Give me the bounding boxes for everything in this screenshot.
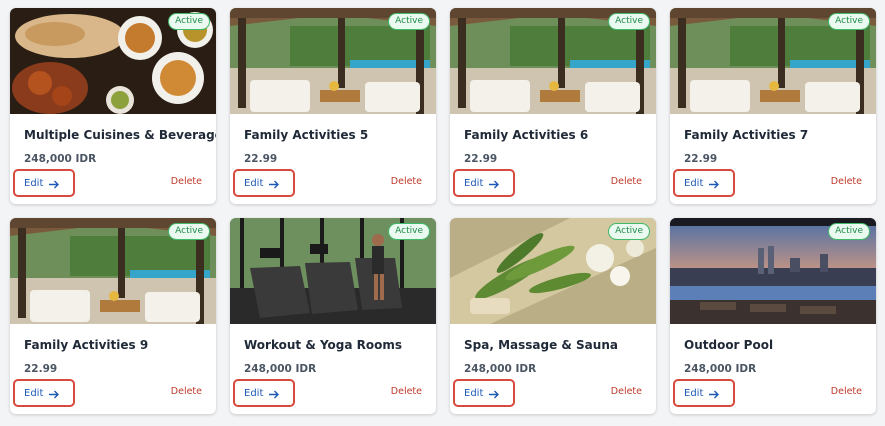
edit-button[interactable]: Edit — [453, 379, 515, 407]
delete-button[interactable]: Delete — [611, 176, 642, 187]
card-price: 248,000 IDR — [684, 363, 757, 375]
arrow-right-icon — [709, 174, 720, 193]
card-price: 22.99 — [464, 153, 498, 165]
delete-button[interactable]: Delete — [611, 386, 642, 397]
delete-button[interactable]: Delete — [391, 386, 422, 397]
card: Active Family Activities 9 22.99 Edit De… — [10, 218, 216, 414]
card-price: 22.99 — [24, 363, 58, 375]
card: Active Family Activities 5 22.99 Edit De… — [230, 8, 436, 204]
status-badge: Active — [828, 13, 870, 30]
card: Active Family Activities 6 22.99 Edit De… — [450, 8, 656, 204]
edit-label: Edit — [464, 177, 484, 189]
card-price: 22.99 — [244, 153, 278, 165]
edit-button[interactable]: Edit — [13, 169, 75, 197]
edit-button[interactable]: Edit — [233, 169, 295, 197]
card-title: Family Activities 9 — [24, 338, 149, 352]
edit-label: Edit — [464, 387, 484, 399]
delete-button[interactable]: Delete — [391, 176, 422, 187]
edit-label: Edit — [684, 387, 704, 399]
delete-button[interactable]: Delete — [831, 386, 862, 397]
delete-button[interactable]: Delete — [831, 176, 862, 187]
edit-label: Edit — [24, 387, 44, 399]
delete-button[interactable]: Delete — [171, 176, 202, 187]
edit-label: Edit — [244, 177, 264, 189]
edit-button[interactable]: Edit — [673, 379, 735, 407]
edit-button[interactable]: Edit — [233, 379, 295, 407]
spa-herbs-image: Active — [450, 218, 656, 324]
card-title: Multiple Cuisines & Beverages — [24, 128, 216, 142]
gym-treadmill-image: Active — [230, 218, 436, 324]
card-title: Family Activities 5 — [244, 128, 369, 142]
card: Active Workout & Yoga Rooms 248,000 IDR … — [230, 218, 436, 414]
delete-button[interactable]: Delete — [171, 386, 202, 397]
arrow-right-icon — [49, 384, 60, 403]
pool-pavilion-image: Active — [10, 218, 216, 324]
status-badge: Active — [168, 223, 210, 240]
status-badge: Active — [828, 223, 870, 240]
arrow-right-icon — [269, 384, 280, 403]
edit-button[interactable]: Edit — [453, 169, 515, 197]
pool-pavilion-image: Active — [450, 8, 656, 114]
card: Active Multiple Cuisines & Beverages 248… — [10, 8, 216, 204]
status-badge: Active — [168, 13, 210, 30]
pool-pavilion-image: Active — [230, 8, 436, 114]
card-price: 248,000 IDR — [244, 363, 317, 375]
status-badge: Active — [388, 223, 430, 240]
card-title: Family Activities 7 — [684, 128, 809, 142]
card-title: Family Activities 6 — [464, 128, 589, 142]
card-title: Spa, Massage & Sauna — [464, 338, 618, 352]
pool-pavilion-image: Active — [670, 8, 876, 114]
card-price: 248,000 IDR — [24, 153, 97, 165]
edit-button[interactable]: Edit — [13, 379, 75, 407]
card: Active Spa, Massage & Sauna 248,000 IDR … — [450, 218, 656, 414]
edit-label: Edit — [244, 387, 264, 399]
arrow-right-icon — [49, 174, 60, 193]
card: Active Family Activities 7 22.99 Edit De… — [670, 8, 876, 204]
arrow-right-icon — [269, 174, 280, 193]
edit-label: Edit — [24, 177, 44, 189]
status-badge: Active — [608, 223, 650, 240]
card: Active Outdoor Pool 248,000 IDR Edit Del… — [670, 218, 876, 414]
status-badge: Active — [608, 13, 650, 30]
arrow-right-icon — [709, 384, 720, 403]
rooftop-pool-image: Active — [670, 218, 876, 324]
arrow-right-icon — [489, 384, 500, 403]
card-title: Workout & Yoga Rooms — [244, 338, 403, 352]
food-dishes-image: Active — [10, 8, 216, 114]
card-title: Outdoor Pool — [684, 338, 774, 352]
status-badge: Active — [388, 13, 430, 30]
card-price: 248,000 IDR — [464, 363, 537, 375]
edit-button[interactable]: Edit — [673, 169, 735, 197]
edit-label: Edit — [684, 177, 704, 189]
arrow-right-icon — [489, 174, 500, 193]
card-price: 22.99 — [684, 153, 718, 165]
